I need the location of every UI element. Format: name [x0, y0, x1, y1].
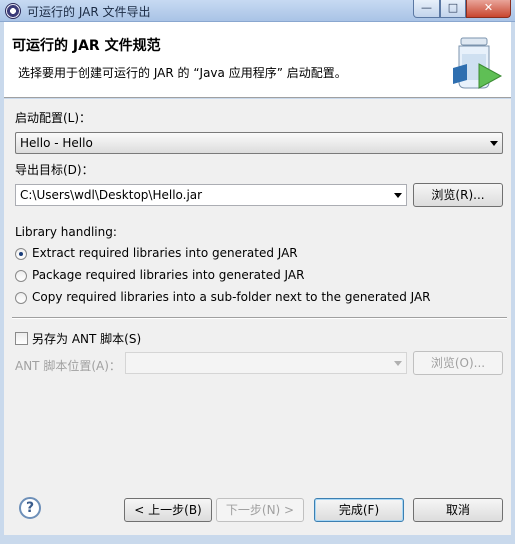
browse-ant-button[interactable]: 浏览(O)...: [413, 351, 503, 375]
page-title: 可运行的 JAR 文件规范: [12, 38, 161, 54]
minimize-button[interactable]: —: [413, 0, 440, 18]
export-target-value: C:\Users\wdl\Desktop\Hello.jar: [20, 188, 203, 202]
save-ant-script-label: 另存为 ANT 脚本(S): [32, 332, 142, 346]
chevron-down-icon: [490, 141, 498, 146]
eclipse-icon: [5, 3, 21, 19]
next-button[interactable]: 下一步(N) >: [216, 498, 304, 522]
radio-label: Copy required libraries into a sub-folde…: [32, 290, 431, 304]
help-icon[interactable]: ?: [19, 497, 41, 519]
close-button[interactable]: ✕: [466, 0, 511, 18]
maximize-button[interactable]: □: [440, 0, 466, 18]
wizard-content: 启动配置(L)： Hello - Hello 导出目标(D)： C:\Users…: [4, 99, 511, 535]
separator: [12, 317, 507, 319]
radio-button[interactable]: [15, 292, 27, 304]
export-target-label: 导出目标(D)：: [15, 163, 94, 177]
export-target-input[interactable]: C:\Users\wdl\Desktop\Hello.jar: [15, 184, 407, 206]
page-description: 选择要用于创建可运行的 JAR 的 “Java 应用程序” 启动配置。: [18, 66, 347, 80]
wizard-header: 可运行的 JAR 文件规范 选择要用于创建可运行的 JAR 的 “Java 应用…: [4, 22, 511, 98]
launch-config-label: 启动配置(L)：: [15, 111, 92, 125]
ant-location-label: ANT 脚本位置(A)：: [15, 359, 121, 373]
launch-config-select[interactable]: Hello - Hello: [15, 132, 503, 154]
title-bar: 可运行的 JAR 文件导出 — □ ✕: [0, 0, 515, 22]
back-button[interactable]: < 上一步(B): [124, 498, 212, 522]
cancel-button[interactable]: 取消: [413, 498, 503, 522]
save-ant-script-checkbox[interactable]: [15, 332, 28, 345]
chevron-down-icon: [394, 361, 402, 366]
ant-location-input[interactable]: [125, 352, 407, 374]
window-title: 可运行的 JAR 文件导出: [27, 5, 151, 19]
radio-label: Extract required libraries into generate…: [32, 246, 298, 260]
jar-export-icon: [453, 37, 503, 89]
radio-button[interactable]: [15, 270, 27, 282]
finish-button[interactable]: 完成(F): [314, 498, 404, 522]
library-handling-label: Library handling:: [15, 225, 117, 239]
radio-button[interactable]: [15, 248, 27, 260]
radio-label: Package required libraries into generate…: [32, 268, 305, 282]
browse-export-button[interactable]: 浏览(R)...: [413, 183, 503, 207]
chevron-down-icon: [394, 193, 402, 198]
launch-config-value: Hello - Hello: [20, 136, 93, 150]
